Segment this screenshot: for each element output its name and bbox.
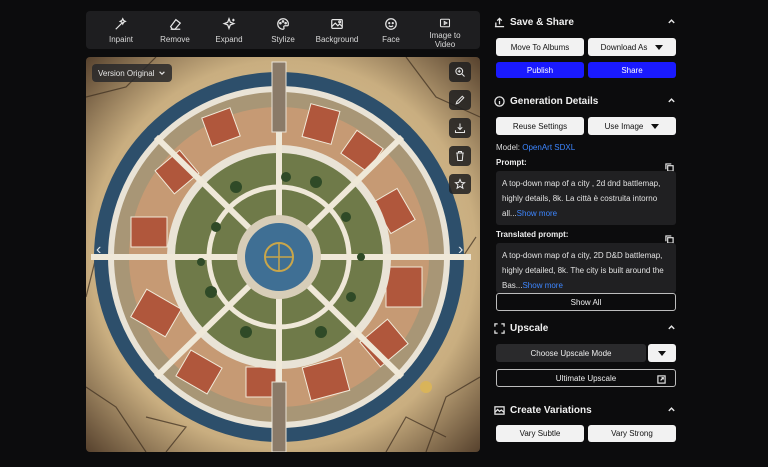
- external-link-icon: [657, 375, 666, 384]
- expand-label: Expand: [215, 35, 243, 44]
- save-share-title: Save & Share: [510, 16, 574, 28]
- chevron-up-icon: [667, 96, 676, 105]
- eraser-icon: [169, 18, 182, 30]
- chevron-up-icon: [667, 17, 676, 26]
- upscale-header[interactable]: Upscale: [494, 320, 678, 336]
- upscale-title: Upscale: [510, 322, 549, 334]
- save-share-header[interactable]: Save & Share: [494, 14, 678, 30]
- generation-details-header[interactable]: Generation Details: [494, 93, 678, 109]
- vary-subtle-label: Vary Subtle: [519, 429, 561, 438]
- translated-prompt-text-box: A top-down map of a city, 2D D&D battlem…: [496, 243, 676, 293]
- version-label: Version Original: [98, 68, 155, 78]
- face-label: Face: [382, 35, 400, 44]
- copy-translated-prompt-button[interactable]: [665, 231, 674, 244]
- caret-down-icon: [651, 123, 660, 129]
- video-icon: [439, 18, 451, 28]
- chevron-up-icon: [667, 323, 676, 332]
- download-button[interactable]: [449, 118, 471, 138]
- inpaint-label: Inpaint: [108, 35, 134, 44]
- previous-arrow-icon[interactable]: ‹: [96, 241, 101, 259]
- stylize-label: Stylize: [271, 35, 295, 44]
- image-to-video-button[interactable]: Image to Video: [418, 11, 472, 49]
- move-to-albums-button[interactable]: Move To Albums: [496, 38, 584, 56]
- star-icon: [454, 178, 466, 190]
- remove-button[interactable]: Remove: [148, 11, 202, 49]
- use-image-dropdown[interactable]: Use Image: [588, 117, 676, 135]
- favorite-button[interactable]: [449, 174, 471, 194]
- next-arrow-icon[interactable]: ›: [458, 241, 463, 259]
- generated-image-viewer[interactable]: Version Original ‹ ›: [86, 57, 480, 452]
- create-variations-title: Create Variations: [510, 404, 592, 416]
- reuse-settings-label: Reuse Settings: [512, 121, 568, 131]
- prompt-text-box: A top-down map of a city , 2d dnd battle…: [496, 171, 676, 225]
- edit-pencil-icon: [455, 95, 465, 105]
- copy-prompt-button[interactable]: [665, 159, 674, 172]
- inpaint-button[interactable]: Inpaint: [94, 11, 148, 49]
- face-icon: [385, 18, 397, 30]
- share-button[interactable]: Share: [588, 62, 676, 78]
- trash-icon: [456, 150, 464, 162]
- image-to-video-label: Image to Video: [429, 31, 461, 49]
- ultimate-upscale-label: Ultimate Upscale: [555, 373, 617, 383]
- caret-down-icon: [658, 350, 666, 356]
- upscale-expand-icon: [494, 322, 505, 334]
- share-label: Share: [621, 65, 643, 75]
- download-icon: [454, 123, 466, 134]
- info-icon: [494, 95, 505, 107]
- model-info: Model: OpenArt SDXL: [496, 143, 575, 152]
- generation-details-title: Generation Details: [510, 95, 599, 107]
- version-selector[interactable]: Version Original: [92, 64, 173, 82]
- publish-label: Publish: [526, 65, 554, 75]
- inpaint-icon: [115, 17, 127, 30]
- prompt-show-more-link[interactable]: Show more: [517, 209, 557, 218]
- background-label: Background: [315, 35, 359, 44]
- choose-upscale-mode-dropdown[interactable]: Choose Upscale Mode: [496, 344, 646, 362]
- chevron-down-icon: [159, 71, 166, 76]
- expand-sparkle-icon: [222, 17, 236, 31]
- caret-down-icon: [655, 44, 664, 50]
- details-panel: Save & Share Move To Albums Download As …: [494, 0, 678, 467]
- vary-strong-label: Vary Strong: [611, 429, 653, 438]
- chevron-up-icon: [667, 405, 676, 414]
- background-button[interactable]: Background: [310, 11, 364, 49]
- palette-icon: [277, 18, 289, 30]
- vary-subtle-button[interactable]: Vary Subtle: [496, 425, 584, 442]
- translated-prompt-label: Translated prompt:: [496, 230, 569, 239]
- show-all-label: Show All: [570, 297, 602, 307]
- background-image-icon: [331, 19, 343, 29]
- variations-image-icon: [494, 405, 505, 416]
- model-label: Model:: [496, 143, 521, 152]
- download-as-dropdown[interactable]: Download As: [588, 38, 676, 56]
- zoom-in-icon: [455, 67, 465, 77]
- edit-toolbar: Inpaint Remove Expand Stylize Background…: [86, 11, 480, 49]
- create-variations-header[interactable]: Create Variations: [494, 402, 678, 418]
- generated-map-image: [86, 57, 480, 452]
- prompt-label: Prompt:: [496, 158, 527, 167]
- app-root: Inpaint Remove Expand Stylize Background…: [0, 0, 768, 467]
- show-all-button[interactable]: Show All: [496, 293, 676, 311]
- ultimate-upscale-button[interactable]: Ultimate Upscale: [496, 369, 676, 387]
- move-to-albums-label: Move To Albums: [510, 42, 570, 52]
- upscale-mode-label: Choose Upscale Mode: [530, 348, 612, 358]
- publish-button[interactable]: Publish: [496, 62, 584, 78]
- model-link[interactable]: OpenArt SDXL: [522, 143, 575, 152]
- upscale-mode-toggle[interactable]: [648, 344, 676, 362]
- stylize-button[interactable]: Stylize: [256, 11, 310, 49]
- vary-strong-button[interactable]: Vary Strong: [588, 425, 676, 442]
- face-button[interactable]: Face: [364, 11, 418, 49]
- share-icon: [494, 16, 505, 28]
- download-as-label: Download As: [600, 42, 648, 52]
- edit-button[interactable]: [449, 90, 471, 110]
- use-image-label: Use Image: [604, 121, 644, 131]
- image-side-tools: [449, 62, 471, 194]
- zoom-in-button[interactable]: [449, 62, 471, 82]
- reuse-settings-button[interactable]: Reuse Settings: [496, 117, 584, 135]
- delete-button[interactable]: [449, 146, 471, 166]
- translated-show-more-link[interactable]: Show more: [522, 281, 562, 290]
- expand-button[interactable]: Expand: [202, 11, 256, 49]
- remove-label: Remove: [160, 35, 190, 44]
